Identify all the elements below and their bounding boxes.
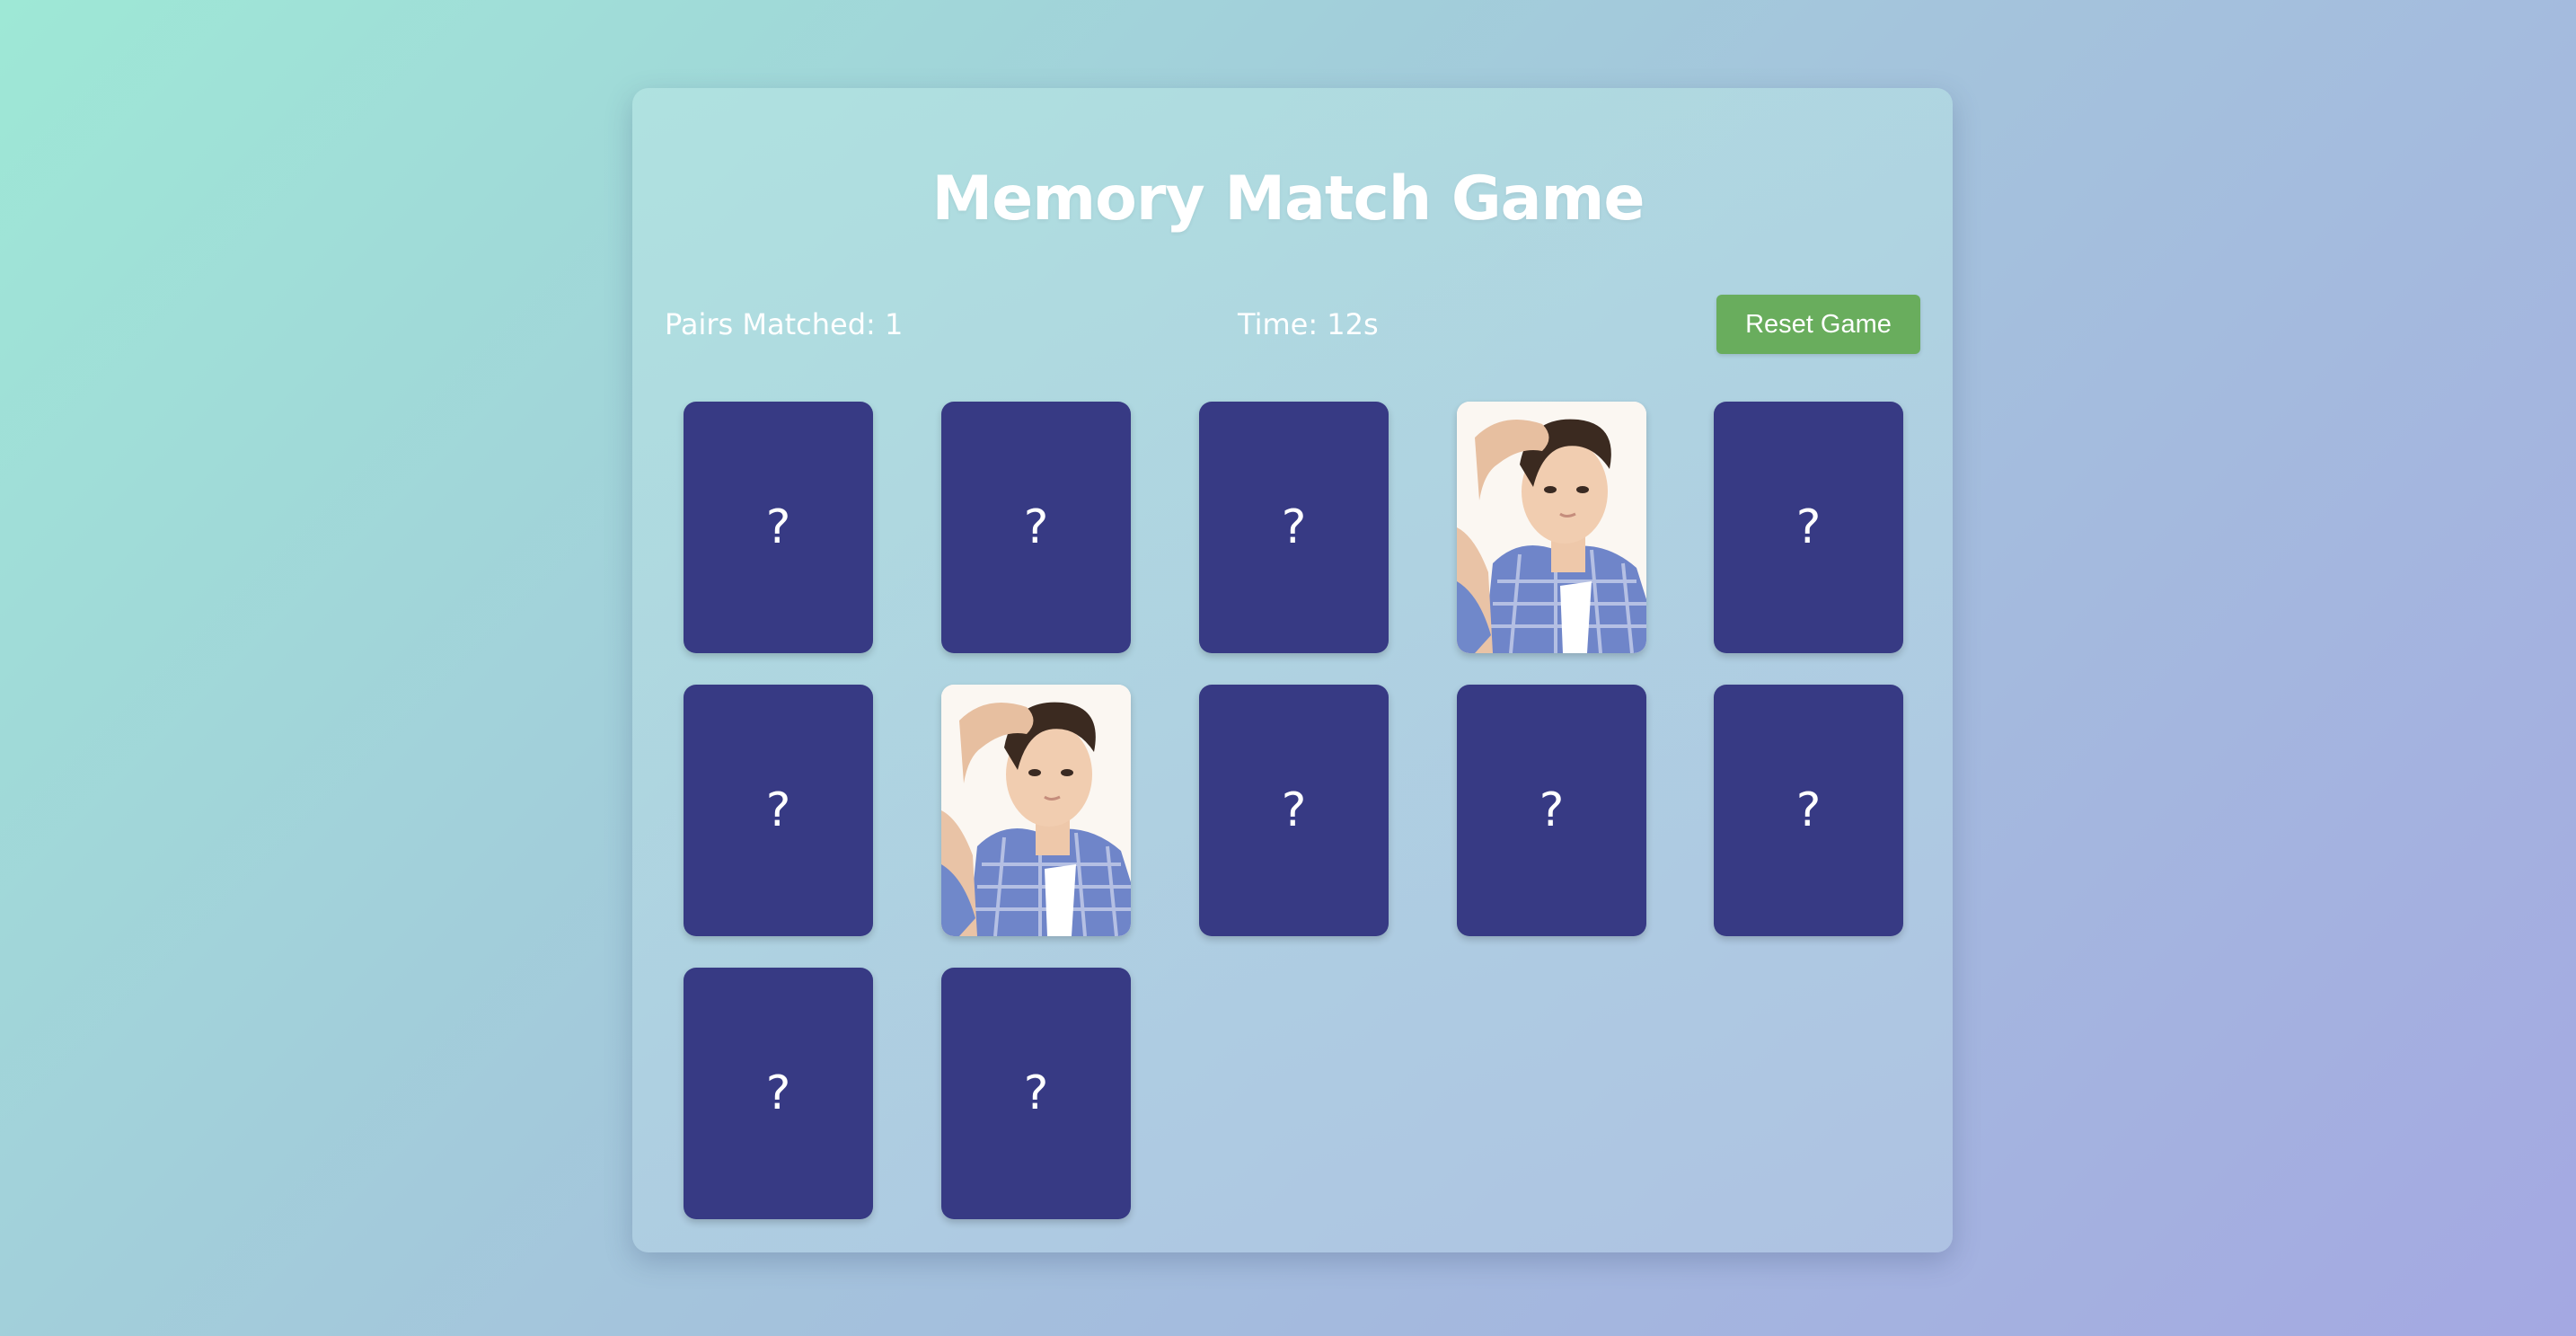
pairs-matched-label: Pairs Matched: 1 (665, 307, 904, 341)
card-10[interactable]: ? (1714, 685, 1903, 936)
card-question-mark: ? (1281, 783, 1307, 837)
reset-game-button[interactable]: Reset Game (1716, 295, 1920, 354)
card-question-mark: ? (1795, 783, 1822, 837)
card-question-mark: ? (1023, 1066, 1049, 1120)
person-photo-image (941, 685, 1131, 936)
person-photo-image (1457, 402, 1646, 653)
card-8[interactable]: ? (1199, 685, 1389, 936)
card-5[interactable]: ? (1714, 402, 1903, 653)
card-6[interactable]: ? (684, 685, 873, 936)
card-2[interactable]: ? (941, 402, 1131, 653)
card-12[interactable]: ? (941, 968, 1131, 1219)
card-9[interactable]: ? (1457, 685, 1646, 936)
card-11[interactable]: ? (684, 968, 873, 1219)
page-title: Memory Match Game (931, 164, 1645, 234)
card-3[interactable]: ? (1199, 402, 1389, 653)
card-question-mark: ? (1023, 500, 1049, 554)
card-question-mark: ? (1539, 783, 1565, 837)
card-question-mark: ? (765, 500, 791, 554)
timer-label: Time: 12s (1238, 307, 1379, 341)
card-7[interactable] (941, 685, 1131, 936)
card-question-mark: ? (1281, 500, 1307, 554)
card-1[interactable]: ? (684, 402, 873, 653)
card-4[interactable] (1457, 402, 1646, 653)
card-question-mark: ? (1795, 500, 1822, 554)
card-question-mark: ? (765, 783, 791, 837)
card-question-mark: ? (765, 1066, 791, 1120)
